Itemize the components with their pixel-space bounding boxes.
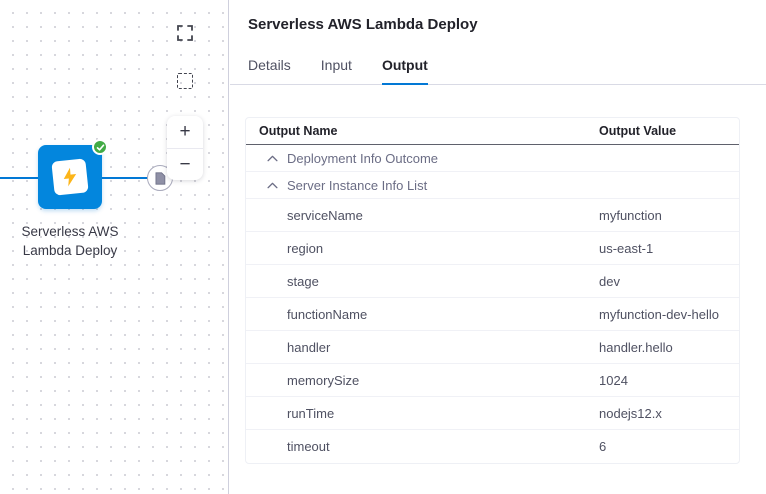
marquee-select-icon (177, 73, 193, 89)
output-name-cell: functionName (246, 307, 599, 322)
zoom-in-button[interactable]: + (167, 116, 203, 148)
column-header-output-value: Output Value (599, 124, 739, 138)
zoom-out-button[interactable]: − (167, 148, 203, 180)
serverless-lambda-icon (51, 158, 88, 195)
table-header-row: Output Name Output Value (246, 118, 739, 145)
panel-title: Serverless AWS Lambda Deploy (230, 0, 766, 33)
chevron-up-icon (267, 155, 278, 162)
table-row: handler handler.hello (246, 331, 739, 364)
output-name-cell: timeout (246, 439, 599, 454)
tab-input[interactable]: Input (321, 57, 352, 84)
output-value-cell: 1024 (599, 373, 739, 388)
output-value-cell: handler.hello (599, 340, 739, 355)
column-header-output-name: Output Name (246, 124, 599, 138)
group-label: Deployment Info Outcome (287, 151, 438, 166)
app-root: Serverless AWS Lambda Deploy + − (0, 0, 766, 494)
output-value-cell: us-east-1 (599, 241, 739, 256)
output-name-cell: handler (246, 340, 599, 355)
table-row: memorySize 1024 (246, 364, 739, 397)
output-value-cell: nodejs12.x (599, 406, 739, 421)
tab-output[interactable]: Output (382, 57, 428, 85)
output-name-cell: runTime (246, 406, 599, 421)
canvas-toolbar: + − (166, 22, 204, 180)
table-row: serviceName myfunction (246, 199, 739, 232)
tab-details[interactable]: Details (248, 57, 291, 84)
output-name-cell: stage (246, 274, 599, 289)
group-label: Server Instance Info List (287, 178, 427, 193)
group-row-deployment-info-outcome[interactable]: Deployment Info Outcome (246, 145, 739, 172)
success-check-icon (92, 139, 108, 155)
output-value-cell: 6 (599, 439, 739, 454)
pipeline-canvas[interactable]: Serverless AWS Lambda Deploy + − (0, 0, 229, 494)
group-row-server-instance-info-list[interactable]: Server Instance Info List (246, 172, 739, 199)
step-details-panel: Serverless AWS Lambda Deploy Details Inp… (230, 0, 766, 494)
document-icon (154, 172, 166, 185)
table-row: runTime nodejs12.x (246, 397, 739, 430)
table-row: region us-east-1 (246, 232, 739, 265)
edge-incoming (0, 177, 40, 179)
table-row: stage dev (246, 265, 739, 298)
chevron-up-icon (267, 182, 278, 189)
expand-icon (176, 24, 194, 42)
output-value-cell: myfunction-dev-hello (599, 307, 739, 322)
output-name-cell: region (246, 241, 599, 256)
output-name-cell: serviceName (246, 208, 599, 223)
pipeline-node-serverless-lambda-deploy[interactable] (38, 145, 102, 209)
output-value-cell: myfunction (599, 208, 739, 223)
table-row: functionName myfunction-dev-hello (246, 298, 739, 331)
zoom-controls: + − (167, 116, 203, 180)
table-row: timeout 6 (246, 430, 739, 463)
marquee-select-button[interactable] (174, 70, 196, 92)
fit-to-screen-button[interactable] (174, 22, 196, 44)
node-label: Serverless AWS Lambda Deploy (6, 222, 134, 260)
output-value-cell: dev (599, 274, 739, 289)
output-table: Output Name Output Value Deployment Info… (245, 117, 740, 464)
edge-outgoing (100, 177, 148, 179)
tab-bar: Details Input Output (230, 33, 766, 85)
output-name-cell: memorySize (246, 373, 599, 388)
